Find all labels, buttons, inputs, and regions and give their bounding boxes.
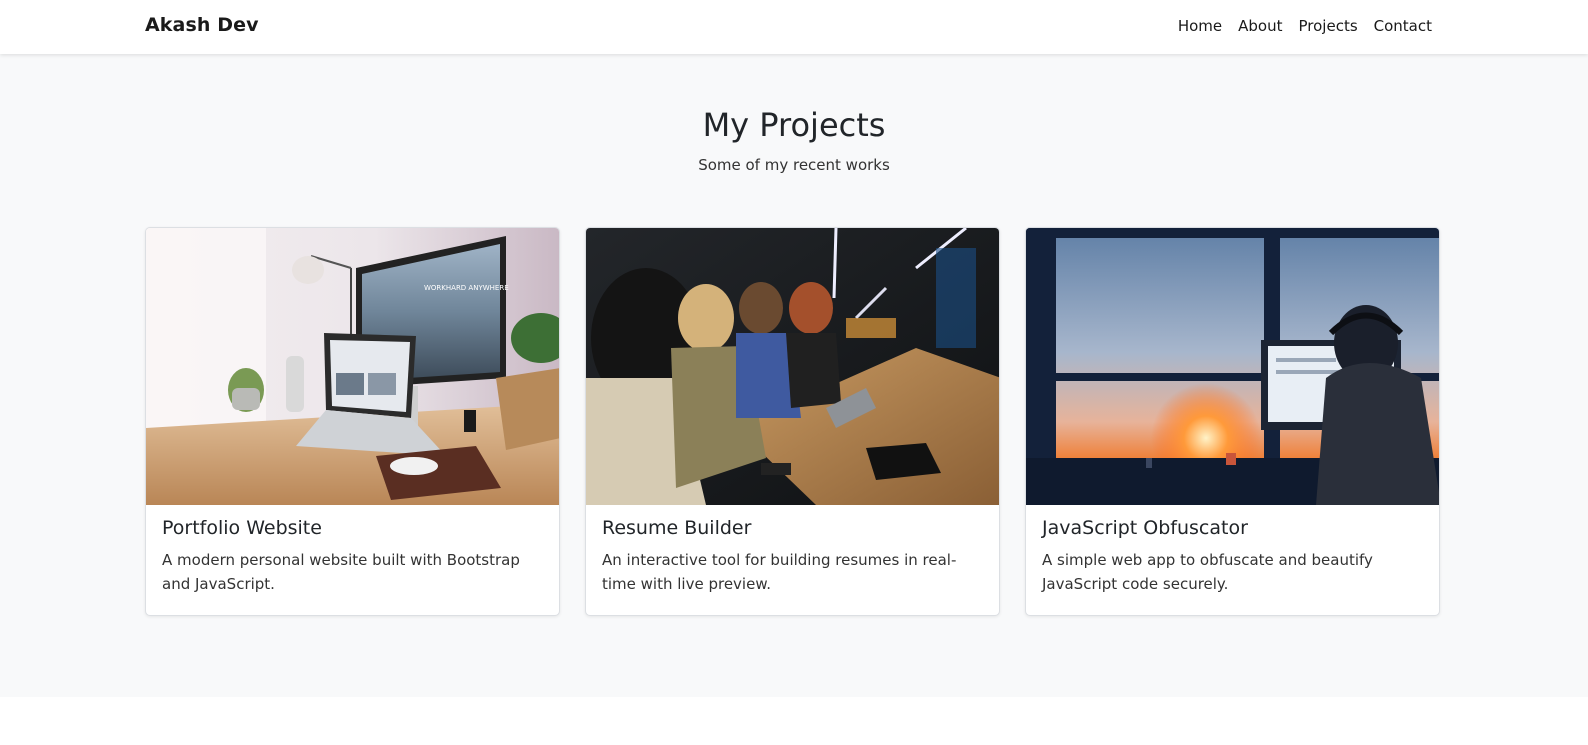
projects-section: My Projects Some of my recent works WORK… <box>0 54 1588 697</box>
navbar: Akash Dev Home About Projects Contact <box>0 0 1588 54</box>
card-title: Resume Builder <box>602 517 752 539</box>
nav-link-about[interactable]: About <box>1230 16 1290 36</box>
card-image-team-meeting <box>586 228 999 505</box>
nav-link-contact[interactable]: Contact <box>1366 16 1432 36</box>
nav-link-projects[interactable]: Projects <box>1291 16 1366 36</box>
card-image-desk-workspace: WORKHARD ANYWHERE <box>146 228 559 505</box>
nav-link-home[interactable]: Home <box>1170 16 1230 36</box>
card-description: A modern personal website built with Boo… <box>162 551 520 593</box>
project-card-resume-builder[interactable]: Resume Builder An interactive tool for b… <box>585 227 1000 616</box>
section-title: My Projects <box>702 106 886 144</box>
brand-logo[interactable]: Akash Dev <box>145 14 259 36</box>
card-title: JavaScript Obfuscator <box>1042 517 1248 539</box>
project-card-js-obfuscator[interactable]: JavaScript Obfuscator A simple web app t… <box>1025 227 1440 616</box>
card-description: A simple web app to obfuscate and beauti… <box>1042 551 1373 593</box>
project-card-portfolio[interactable]: WORKHARD ANYWHERE Portfolio Website A mo… <box>145 227 560 616</box>
card-image-sunset-developer <box>1026 228 1439 505</box>
nav-links: Home About Projects Contact <box>1170 16 1432 36</box>
section-subtitle: Some of my recent works <box>698 156 890 174</box>
card-title: Portfolio Website <box>162 517 322 539</box>
card-description: An interactive tool for building resumes… <box>602 551 957 593</box>
screen-text: WORKHARD ANYWHERE <box>424 284 509 292</box>
